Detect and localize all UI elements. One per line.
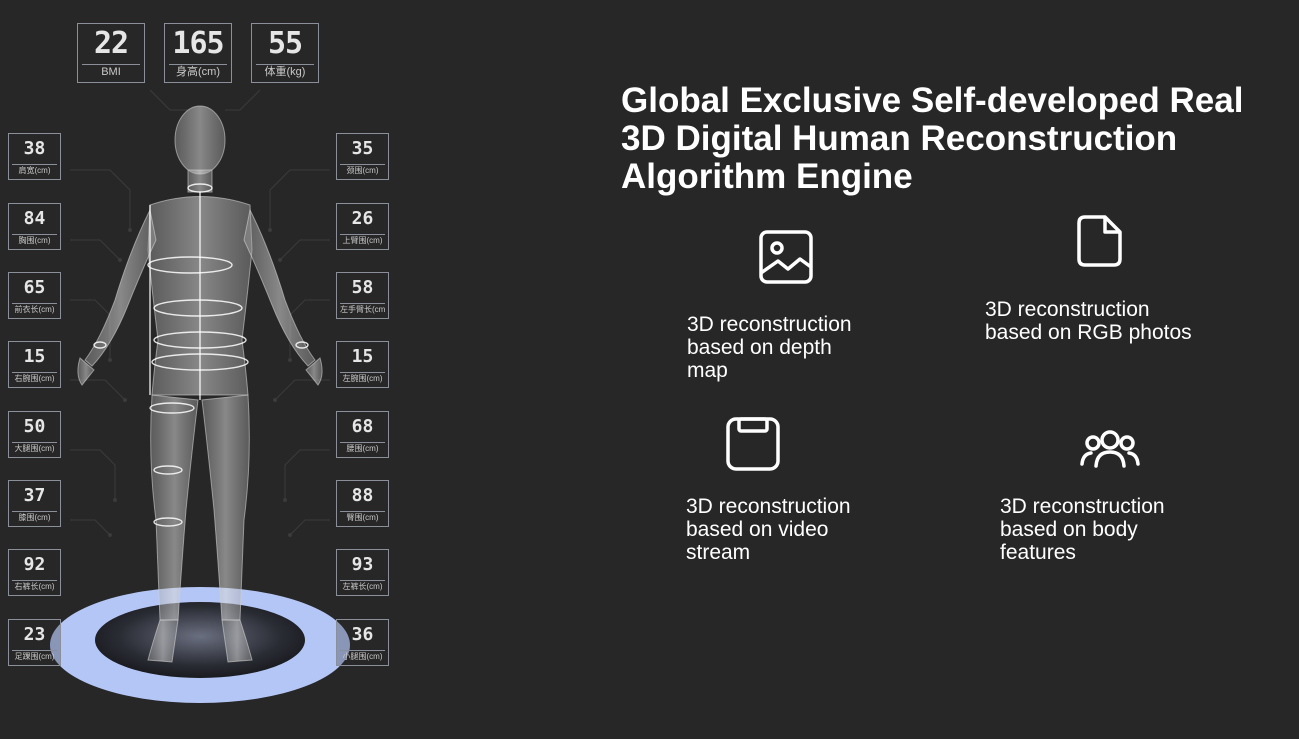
left-metric: 65 前衣长(cm) (8, 272, 61, 319)
bmi-metric: 22 BMI (77, 23, 145, 83)
metric-value: 15 (23, 346, 46, 367)
left-metric: 38 肩宽(cm) (8, 133, 61, 180)
heading-line: Algorithm Engine (621, 157, 913, 196)
metric-label: 右腕围(cm) (12, 372, 57, 385)
metric-value: 92 (23, 554, 46, 575)
feature-line: 3D reconstruction (687, 313, 852, 336)
metric-value: 15 (351, 346, 374, 367)
metric-value: 58 (351, 277, 374, 298)
right-metric: 58 左手臂长(cm) (336, 272, 389, 319)
video-stream-icon (726, 417, 780, 471)
feature-rgb-photos: 3D reconstruction based on RGB photos (985, 298, 1192, 344)
heading-line: 3D Digital Human Reconstruction (621, 119, 1178, 158)
feature-depth-map: 3D reconstruction based on depth map (687, 313, 852, 382)
page-heading: Global Exclusive Self-developed Real 3D … (621, 82, 1299, 196)
right-metric: 93 左裤长(cm) (336, 549, 389, 596)
human-body-model (77, 105, 323, 663)
feature-line: based on depth (687, 336, 832, 359)
left-metric: 92 右裤长(cm) (8, 549, 61, 596)
height-label: 身高(cm) (169, 64, 227, 79)
metric-value: 84 (23, 208, 46, 229)
metric-label: 腰围(cm) (340, 442, 385, 455)
metric-value: 88 (351, 485, 374, 506)
feature-line: based on RGB photos (985, 321, 1192, 344)
metric-value: 38 (23, 138, 46, 159)
weight-value: 55 (267, 26, 303, 61)
metric-label: 左手臂长(cm) (340, 303, 385, 314)
feature-line: based on video (686, 518, 829, 541)
document-icon (1077, 215, 1122, 267)
metric-value: 26 (351, 208, 374, 229)
right-metric: 35 颈围(cm) (336, 133, 389, 180)
metric-value: 36 (351, 624, 374, 645)
left-metric: 23 足踝围(cm) (8, 619, 61, 666)
weight-label: 体重(kg) (256, 64, 314, 79)
left-metric: 15 右腕围(cm) (8, 341, 61, 388)
metric-label: 左裤长(cm) (340, 580, 385, 593)
metric-label: 肩宽(cm) (12, 164, 57, 177)
metric-label: 小腿围(cm) (340, 650, 385, 663)
right-metric: 15 左腕围(cm) (336, 341, 389, 388)
left-metric: 50 大腿围(cm) (8, 411, 61, 458)
left-metric: 84 胸围(cm) (8, 203, 61, 250)
feature-video-stream: 3D reconstruction based on video stream (686, 495, 851, 564)
heading-line: Global Exclusive Self-developed Real (621, 81, 1244, 120)
left-metric: 37 膝围(cm) (8, 480, 61, 527)
metric-label: 胸围(cm) (12, 234, 57, 247)
metric-label: 右裤长(cm) (12, 580, 57, 593)
metric-value: 93 (351, 554, 374, 575)
feature-line: based on body (1000, 518, 1138, 541)
bmi-label: BMI (82, 64, 140, 79)
feature-line: 3D reconstruction (985, 298, 1150, 321)
metric-label: 足踝围(cm) (12, 650, 57, 663)
feature-body-features: 3D reconstruction based on body features (1000, 495, 1165, 564)
metric-value: 37 (23, 485, 46, 506)
right-metric: 36 小腿围(cm) (336, 619, 389, 666)
metric-label: 上臂围(cm) (340, 234, 385, 247)
weight-metric: 55 体重(kg) (251, 23, 319, 83)
metric-label: 大腿围(cm) (12, 442, 57, 455)
right-metric: 88 臀围(cm) (336, 480, 389, 527)
feature-line: stream (686, 541, 751, 564)
metric-label: 颈围(cm) (340, 164, 385, 177)
metric-value: 65 (23, 277, 46, 298)
metric-label: 左腕围(cm) (340, 372, 385, 385)
metric-value: 35 (351, 138, 374, 159)
users-icon (1080, 430, 1140, 468)
feature-line: 3D reconstruction (686, 495, 851, 518)
metric-value: 68 (351, 416, 374, 437)
feature-line: 3D reconstruction (1000, 495, 1165, 518)
feature-line: features (1000, 541, 1076, 564)
metric-label: 前衣长(cm) (12, 303, 57, 316)
metric-value: 23 (23, 624, 46, 645)
metric-label: 膝围(cm) (12, 511, 57, 524)
metric-label: 臀围(cm) (340, 511, 385, 524)
right-metric: 26 上臂围(cm) (336, 203, 389, 250)
metric-value: 50 (23, 416, 46, 437)
height-value: 165 (172, 26, 224, 61)
height-metric: 165 身高(cm) (164, 23, 232, 83)
feature-line: map (687, 359, 728, 382)
image-icon (759, 230, 813, 284)
right-metric: 68 腰围(cm) (336, 411, 389, 458)
bmi-value: 22 (93, 26, 129, 61)
